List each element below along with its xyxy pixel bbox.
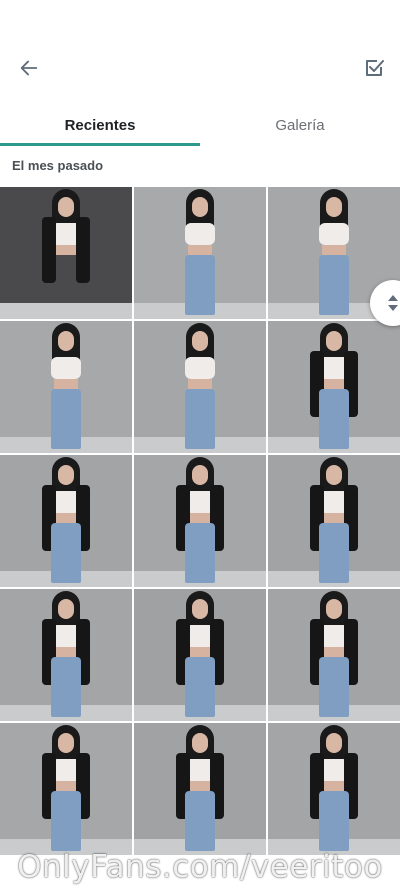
select-button[interactable] xyxy=(354,48,394,88)
photo-figure-top-cloth xyxy=(185,357,215,379)
photo-thumbnail[interactable] xyxy=(268,321,400,453)
photo-figure-face xyxy=(58,197,74,217)
watermark: OnlyFans.com/veeritoo xyxy=(17,849,383,885)
photo-figure-jeans xyxy=(185,523,215,583)
arrow-left-icon xyxy=(20,60,38,76)
photo-thumbnail[interactable] xyxy=(0,455,132,587)
photo-figure-top-cloth xyxy=(319,223,349,245)
tab-galeria[interactable]: Galería xyxy=(200,104,400,146)
photo-thumbnail[interactable] xyxy=(0,187,132,319)
photo-figure-jeans xyxy=(319,523,349,583)
tab-galeria-label: Galería xyxy=(275,116,325,134)
photo-figure-jeans xyxy=(185,255,215,315)
photo-figure-face xyxy=(58,599,74,619)
photo-figure-jacket-l xyxy=(42,217,56,283)
photo-figure-jeans xyxy=(319,255,349,315)
section-header: El mes pasado xyxy=(12,158,104,173)
photo-figure-belly xyxy=(54,647,78,657)
photo-thumbnail[interactable] xyxy=(0,723,132,855)
photo-figure-belly xyxy=(322,781,346,791)
photo-figure-jeans xyxy=(51,389,81,449)
photo-figure-jeans xyxy=(51,523,81,583)
photo-thumbnail[interactable] xyxy=(134,455,266,587)
photo-figure-face xyxy=(192,197,208,217)
photo-thumbnail[interactable] xyxy=(134,187,266,319)
photo-figure-belly xyxy=(188,781,212,791)
photo-figure-belly xyxy=(54,513,78,523)
photo-thumbnail[interactable] xyxy=(134,723,266,855)
photo-figure-face xyxy=(326,465,342,485)
photo-figure-jeans xyxy=(185,657,215,717)
tab-bar: Recientes Galería xyxy=(0,104,400,146)
photo-figure-face xyxy=(192,733,208,753)
photo-figure-belly xyxy=(54,379,78,389)
photo-figure-face xyxy=(58,331,74,351)
photo-figure-jacket-r xyxy=(76,217,90,283)
photo-floor xyxy=(0,303,132,319)
photo-thumbnail[interactable] xyxy=(268,589,400,721)
tab-recientes[interactable]: Recientes xyxy=(0,104,200,146)
checkbox-checked-icon xyxy=(366,60,384,76)
photo-figure-face xyxy=(326,197,342,217)
photo-thumbnail[interactable] xyxy=(134,321,266,453)
top-app-bar xyxy=(0,0,400,100)
photo-figure-face xyxy=(326,331,342,351)
back-button[interactable] xyxy=(9,48,49,88)
photo-figure-belly xyxy=(322,379,346,389)
photo-figure-jeans xyxy=(185,389,215,449)
photo-figure-face xyxy=(192,465,208,485)
photo-figure-face xyxy=(326,599,342,619)
photo-figure-top-cloth xyxy=(51,357,81,379)
photo-figure-belly xyxy=(322,513,346,523)
scroll-up-down-icon xyxy=(388,295,398,311)
photo-figure-jeans xyxy=(51,657,81,717)
photo-figure-belly xyxy=(188,513,212,523)
photo-figure-jeans xyxy=(319,389,349,449)
photo-figure-face xyxy=(192,599,208,619)
photo-figure-belly xyxy=(54,781,78,791)
photo-thumbnail[interactable] xyxy=(268,723,400,855)
photo-figure-jeans xyxy=(319,657,349,717)
photo-figure-face xyxy=(58,733,74,753)
photo-figure-face xyxy=(58,465,74,485)
photo-figure-face xyxy=(326,733,342,753)
photo-thumbnail[interactable] xyxy=(268,455,400,587)
photo-thumbnail[interactable] xyxy=(0,321,132,453)
photo-grid xyxy=(0,187,400,855)
photo-figure-belly xyxy=(322,245,346,255)
photo-figure-face xyxy=(192,331,208,351)
photo-thumbnail[interactable] xyxy=(134,589,266,721)
photo-figure-belly xyxy=(188,379,212,389)
photo-figure-top-cloth xyxy=(185,223,215,245)
tab-recientes-label: Recientes xyxy=(64,116,136,134)
photo-thumbnail[interactable] xyxy=(0,589,132,721)
photo-figure-belly xyxy=(188,647,212,657)
photo-figure-belly xyxy=(322,647,346,657)
photo-figure-belly xyxy=(54,245,78,255)
photo-figure-belly xyxy=(188,245,212,255)
